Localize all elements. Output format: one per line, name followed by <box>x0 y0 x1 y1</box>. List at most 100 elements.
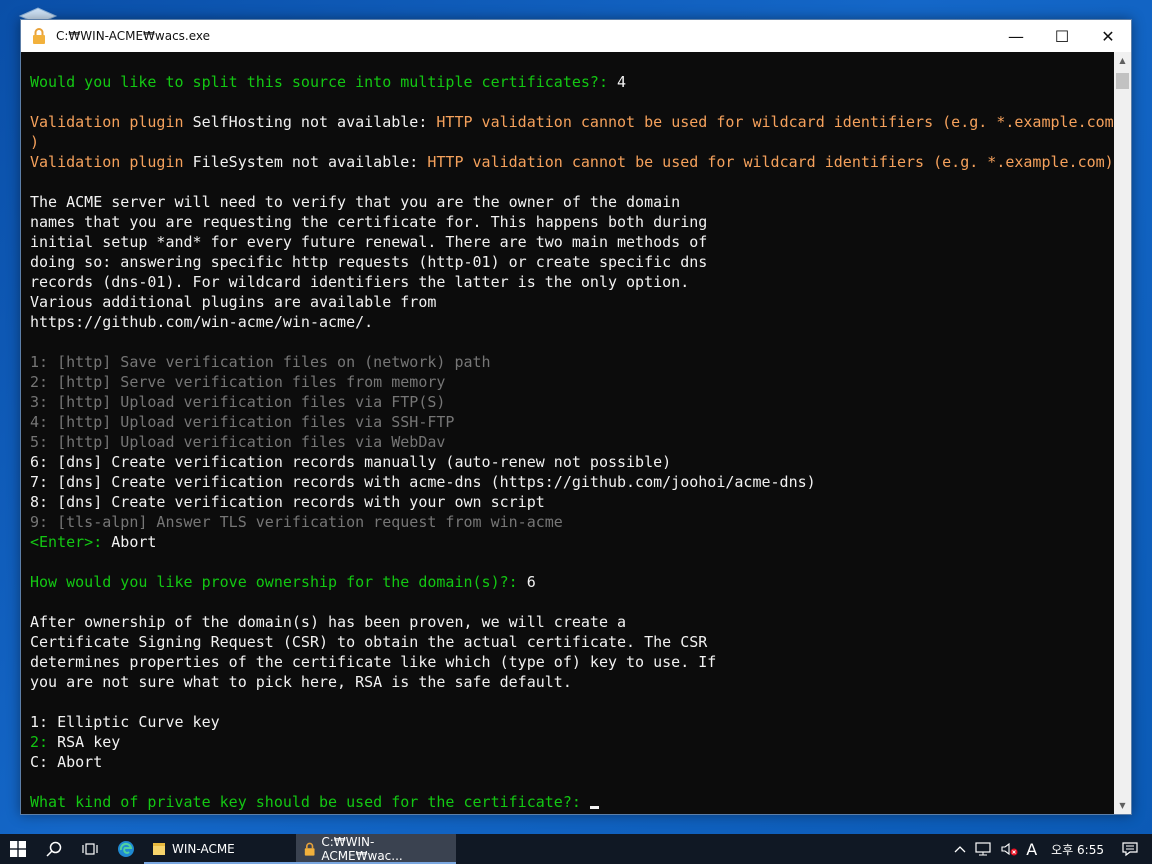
text-cursor <box>589 806 599 809</box>
console-text: 2: [http] Serve verification files from … <box>30 373 446 391</box>
console-text: After ownership of the domain(s) has bee… <box>30 613 627 631</box>
scroll-down-arrow-icon[interactable]: ▼ <box>1114 797 1131 814</box>
edge-icon <box>118 841 134 857</box>
console-text: 2: <box>30 733 58 751</box>
console-text: https://github.com/win-acme/win-acme/. <box>30 313 374 331</box>
edge-browser-button[interactable] <box>108 834 144 864</box>
console-line: 1: [http] Save verification files on (ne… <box>30 352 1115 372</box>
console-text: 7: [dns] Create verification records wit… <box>30 473 816 491</box>
console-line: 2: [http] Serve verification files from … <box>30 372 1115 392</box>
close-icon: ✕ <box>1101 26 1115 46</box>
console-line: 2: RSA key <box>30 732 1115 752</box>
console-text: Certificate Signing Request (CSR) to obt… <box>30 633 708 651</box>
taskbar-item-win-acme[interactable]: WIN-ACME <box>144 834 296 864</box>
console-line: 5: [http] Upload verification files via … <box>30 432 1115 452</box>
minimize-icon: — <box>1008 26 1024 46</box>
scroll-thumb[interactable] <box>1116 73 1129 89</box>
console-text: <Enter>: <box>30 533 112 551</box>
folder-icon <box>153 843 165 855</box>
network-icon[interactable] <box>970 842 996 856</box>
window-title: C:₩WIN-ACME₩wacs.exe <box>56 29 211 43</box>
console-line: How would you like prove ownership for t… <box>30 572 1115 592</box>
input-indicator[interactable]: A <box>1022 840 1041 859</box>
console-line: 6: [dns] Create verification records man… <box>30 452 1115 472</box>
console-text: ) <box>30 133 40 151</box>
search-icon <box>46 841 62 857</box>
console-text: FileSystem <box>192 153 283 171</box>
console-text: What kind of private key should be used … <box>30 793 590 811</box>
console-text: 6: [dns] Create verification records man… <box>30 453 672 471</box>
console-line: Validation plugin SelfHosting not availa… <box>30 112 1115 132</box>
console-text: 3: [http] Upload verification files via … <box>30 393 446 411</box>
taskbar-item-label: C:₩WIN-ACME₩wac... <box>321 835 403 863</box>
console-text: SelfHosting <box>192 113 292 131</box>
console-text: 1: Elliptic Curve key <box>30 713 220 731</box>
search-button[interactable] <box>36 834 72 864</box>
console-line: names that you are requesting the certif… <box>30 212 1115 232</box>
console-text: RSA key <box>57 733 121 751</box>
console-window: C:₩WIN-ACME₩wacs.exe — ☐ ✕ Would you lik… <box>20 19 1132 815</box>
console-line: Validation plugin FileSystem not availab… <box>30 152 1115 172</box>
console-line: 1: Elliptic Curve key <box>30 712 1115 732</box>
console-output[interactable]: Would you like to split this source into… <box>21 52 1115 814</box>
console-text: you are not sure what to pick here, RSA … <box>30 673 572 691</box>
console-text: HTTP validation cannot be used for wildc… <box>436 113 1114 131</box>
console-line: The ACME server will need to verify that… <box>30 192 1115 212</box>
console-line: initial setup *and* for every future ren… <box>30 232 1115 252</box>
console-line: you are not sure what to pick here, RSA … <box>30 672 1115 692</box>
console-line: Would you like to split this source into… <box>30 72 1115 92</box>
console-line: records (dns-01). For wildcard identifie… <box>30 272 1115 292</box>
console-line: 4: [http] Upload verification files via … <box>30 412 1115 432</box>
maximize-icon: ☐ <box>1054 26 1070 46</box>
volume-muted-icon[interactable] <box>996 842 1022 856</box>
console-text: determines properties of the certificate… <box>30 653 717 671</box>
console-line: 9: [tls-alpn] Answer TLS verification re… <box>30 512 1115 532</box>
title-bar[interactable]: C:₩WIN-ACME₩wacs.exe — ☐ ✕ <box>21 20 1131 52</box>
console-text: 5: [http] Upload verification files via … <box>30 433 446 451</box>
task-view-icon <box>82 843 98 855</box>
show-hidden-icons-chevron-icon[interactable] <box>950 845 970 853</box>
console-text: The ACME server will need to verify that… <box>30 193 681 211</box>
maximize-button[interactable]: ☐ <box>1039 20 1085 52</box>
console-line: doing so: answering specific http reques… <box>30 252 1115 272</box>
vertical-scrollbar[interactable]: ▲ ▼ <box>1114 52 1131 814</box>
console-text: How would you like prove ownership for t… <box>30 573 527 591</box>
console-line: Various additional plugins are available… <box>30 292 1115 312</box>
console-line: After ownership of the domain(s) has bee… <box>30 612 1115 632</box>
console-text: 8: [dns] Create verification records wit… <box>30 493 545 511</box>
console-line: <Enter>: Abort <box>30 532 1115 552</box>
console-text: doing so: answering specific http reques… <box>30 253 708 271</box>
start-button[interactable] <box>0 834 36 864</box>
console-line: Certificate Signing Request (CSR) to obt… <box>30 632 1115 652</box>
console-line: What kind of private key should be used … <box>30 792 1115 812</box>
console-line: C: Abort <box>30 752 1115 772</box>
minimize-button[interactable]: — <box>993 20 1039 52</box>
console-line: 8: [dns] Create verification records wit… <box>30 492 1115 512</box>
console-text: not available: <box>282 153 428 171</box>
console-text: 9: [tls-alpn] Answer TLS verification re… <box>30 513 563 531</box>
console-text: names that you are requesting the certif… <box>30 213 708 231</box>
console-text: HTTP validation cannot be used for wildc… <box>427 153 1114 171</box>
console-text: records (dns-01). For wildcard identifie… <box>30 273 690 291</box>
clock[interactable]: 오후 6:55 <box>1041 841 1114 858</box>
console-line: 3: [http] Upload verification files via … <box>30 392 1115 412</box>
console-line: determines properties of the certificate… <box>30 652 1115 672</box>
task-view-button[interactable] <box>72 834 108 864</box>
console-line: 7: [dns] Create verification records wit… <box>30 472 1115 492</box>
taskbar-item-console[interactable]: C:₩WIN-ACME₩wac... <box>296 834 456 864</box>
console-text: 4 <box>617 73 627 91</box>
taskbar-item-label: WIN-ACME <box>172 842 235 856</box>
close-button[interactable]: ✕ <box>1085 20 1131 52</box>
console-text: not available: <box>291 113 437 131</box>
console-text: Various additional plugins are available… <box>30 293 437 311</box>
lock-icon <box>304 842 315 856</box>
scroll-up-arrow-icon[interactable]: ▲ <box>1114 52 1131 69</box>
console-text: Would you like to split this source into… <box>30 73 617 91</box>
console-text: Validation plugin <box>30 153 193 171</box>
notification-center-icon[interactable] <box>1114 841 1152 857</box>
